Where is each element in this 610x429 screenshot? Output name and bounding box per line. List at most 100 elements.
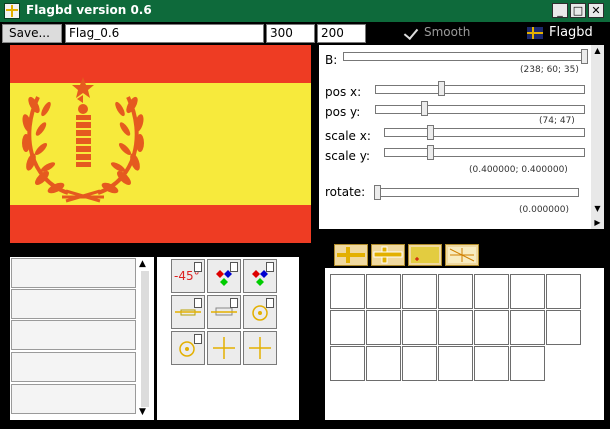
pattern-item[interactable] — [366, 310, 401, 345]
pattern-item[interactable] — [546, 274, 581, 309]
close-button[interactable]: ✕ — [588, 3, 604, 18]
pos-y-slider-handle[interactable] — [421, 101, 428, 116]
layer-list: ▲ ▼ — [10, 257, 154, 420]
rotate-value: (0.000000) — [519, 205, 569, 215]
layer-item[interactable] — [11, 258, 136, 288]
width-input[interactable]: 300 — [266, 24, 315, 43]
app-window: Flagbd version 0.6 _ □ ✕ Save... Flag_0.… — [0, 0, 610, 429]
flag-preview[interactable] — [10, 45, 311, 243]
pos-x-slider[interactable] — [375, 85, 585, 94]
cross-icon — [337, 247, 365, 263]
controls-scrollbar[interactable]: ▲ ▼ ▶ — [591, 45, 604, 229]
height-input[interactable]: 200 — [317, 24, 366, 43]
pattern-item[interactable] — [330, 310, 365, 345]
pattern-item[interactable] — [474, 274, 509, 309]
symbols-icon — [448, 247, 476, 263]
brand-label: Flagbd — [527, 25, 593, 40]
layer-list-scrollbar[interactable]: ▲ ▼ — [138, 257, 152, 420]
flag-logo-icon — [527, 26, 543, 39]
scale-tool[interactable] — [243, 331, 277, 365]
scale-y-slider-handle[interactable] — [427, 145, 434, 160]
brand-text: Flagbd — [549, 25, 593, 40]
pos-value: (74; 47) — [539, 116, 575, 126]
scale-x-label: scale x: — [325, 129, 371, 143]
pattern-item[interactable] — [330, 274, 365, 309]
clipboard-icon — [230, 298, 238, 308]
pattern-gallery — [325, 268, 604, 420]
nordic-cross-icon — [373, 246, 403, 264]
scale-horizontal-tool[interactable] — [207, 295, 241, 329]
b-slider-handle[interactable] — [581, 49, 588, 64]
four-way-arrows-icon — [249, 337, 271, 359]
title-bar: Flagbd version 0.6 _ □ ✕ — [0, 0, 610, 22]
scale-y-slider[interactable] — [384, 148, 585, 157]
pattern-item[interactable] — [402, 346, 437, 381]
rotate-ccw-tool[interactable] — [171, 331, 205, 365]
move-horizontal-tool[interactable] — [171, 295, 205, 329]
flag-bottom-red-band — [10, 205, 311, 243]
tab-nordic-crosses[interactable] — [371, 244, 405, 266]
pattern-item[interactable] — [438, 310, 473, 345]
color-value: (238; 60; 35) — [520, 65, 579, 75]
color-swap-tool-2[interactable] — [243, 259, 277, 293]
save-button[interactable]: Save... — [2, 24, 62, 43]
tab-symbols[interactable] — [445, 244, 479, 266]
controls-panel: B: (238; 60; 35) pos x: pos y: (74; 47) … — [319, 45, 604, 229]
flag-name-input[interactable]: Flag_0.6 — [65, 24, 264, 43]
pos-y-slider[interactable] — [375, 105, 585, 114]
move-tool[interactable] — [207, 331, 241, 365]
minimize-button[interactable]: _ — [552, 3, 568, 18]
rotate-slider[interactable] — [374, 188, 579, 197]
scroll-right-icon[interactable]: ▶ — [591, 217, 604, 229]
layer-item[interactable] — [11, 352, 136, 382]
clipboard-icon — [266, 262, 274, 272]
scroll-up-icon[interactable]: ▲ — [591, 45, 604, 57]
scroll-up-icon[interactable]: ▲ — [139, 259, 146, 269]
pattern-item[interactable] — [510, 346, 545, 381]
scale-x-slider-handle[interactable] — [427, 125, 434, 140]
rotate-tool[interactable] — [243, 295, 277, 329]
toolbar: Save... Flag_0.6 300 200 Smooth Flagbd — [0, 22, 610, 44]
rotate-minus-45-tool[interactable]: -45° — [171, 259, 205, 293]
layer-list-scroll-track[interactable] — [141, 271, 149, 407]
four-way-arrows-icon — [213, 337, 235, 359]
pattern-item[interactable] — [510, 310, 545, 345]
clipboard-icon — [194, 298, 202, 308]
pos-x-slider-handle[interactable] — [438, 81, 445, 96]
smooth-label: Smooth — [424, 25, 471, 39]
smooth-checkbox[interactable]: Smooth — [404, 25, 470, 40]
maximize-button[interactable]: □ — [570, 3, 586, 18]
rotate-label: rotate: — [325, 185, 366, 199]
pattern-item[interactable] — [510, 274, 545, 309]
pattern-item[interactable] — [474, 346, 509, 381]
clipboard-icon — [194, 262, 202, 272]
scroll-down-icon[interactable]: ▼ — [139, 407, 146, 417]
pattern-item[interactable] — [546, 310, 581, 345]
layer-item[interactable] — [11, 384, 136, 414]
layer-item[interactable] — [11, 320, 136, 350]
fill-icon — [411, 247, 439, 263]
rotate-slider-handle[interactable] — [374, 185, 381, 200]
pattern-item[interactable] — [366, 346, 401, 381]
tab-fills[interactable] — [408, 244, 442, 266]
color-swap-tool[interactable] — [207, 259, 241, 293]
pattern-item[interactable] — [438, 274, 473, 309]
pattern-item[interactable] — [402, 310, 437, 345]
b-label: B: — [325, 53, 338, 67]
tab-crosses[interactable] — [334, 244, 368, 266]
b-slider[interactable] — [343, 52, 587, 61]
scale-value: (0.400000; 0.400000) — [469, 165, 568, 175]
pattern-item[interactable] — [366, 274, 401, 309]
scroll-down-icon[interactable]: ▼ — [591, 203, 604, 215]
pattern-item[interactable] — [474, 310, 509, 345]
app-icon — [4, 3, 20, 19]
pos-x-label: pos x: — [325, 85, 362, 99]
pattern-item[interactable] — [438, 346, 473, 381]
pos-y-label: pos y: — [325, 105, 361, 119]
clipboard-icon — [194, 334, 202, 344]
layer-item[interactable] — [11, 289, 136, 319]
scale-x-slider[interactable] — [384, 128, 585, 137]
scale-y-label: scale y: — [325, 149, 371, 163]
pattern-item[interactable] — [330, 346, 365, 381]
pattern-item[interactable] — [402, 274, 437, 309]
